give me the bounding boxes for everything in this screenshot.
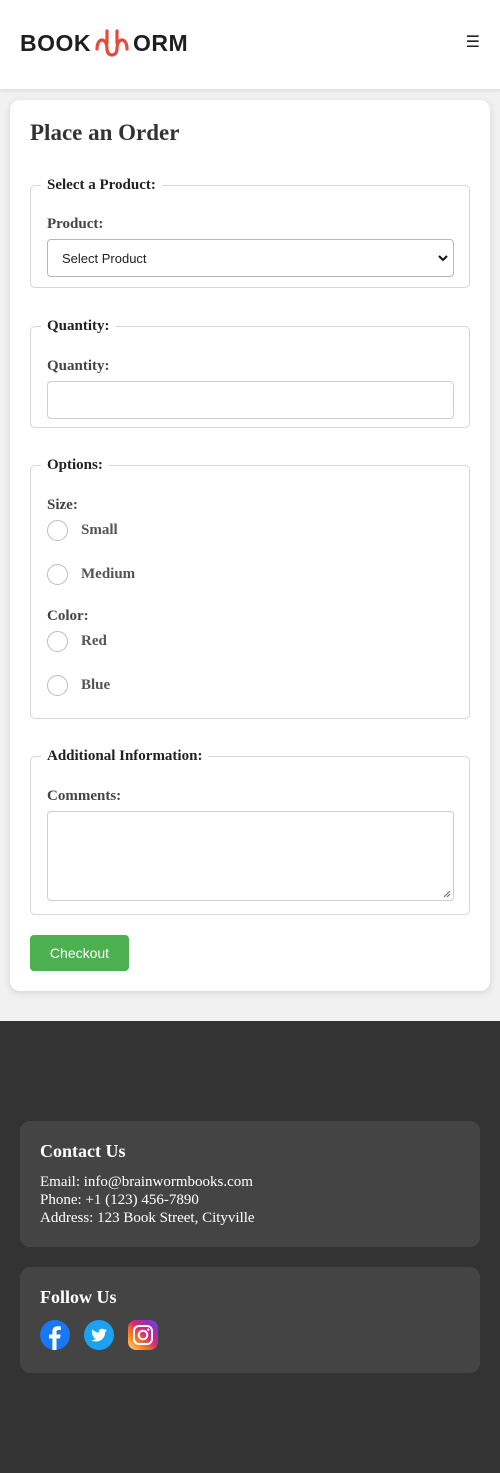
radio-label: Red <box>81 633 107 649</box>
twitter-icon[interactable] <box>84 1320 114 1350</box>
quantity-legend: Quantity: <box>47 318 110 334</box>
quantity-fieldset: Quantity: Quantity: <box>30 318 470 428</box>
logo-text-left: BOOK <box>20 29 91 56</box>
additional-info-legend: Additional Information: <box>47 748 203 764</box>
options-legend: Options: <box>47 457 103 473</box>
product-label: Product: <box>47 216 104 232</box>
options-fieldset: Options: Size: Small Medium Color: Red B… <box>30 457 470 719</box>
logo-text-right: ORM <box>133 29 189 56</box>
quantity-input[interactable] <box>47 381 454 419</box>
contact-details: Email: info@brainwormbooks.com Phone: +1… <box>40 1173 255 1227</box>
contact-us-box: Contact Us Email: info@brainwormbooks.co… <box>20 1121 480 1247</box>
contact-address: Address: 123 Book Street, Cityville <box>40 1210 255 1226</box>
site-footer: Contact Us Email: info@brainwormbooks.co… <box>0 1021 500 1473</box>
contact-phone: Phone: +1 (123) 456-7890 <box>40 1192 199 1208</box>
follow-us-title: Follow Us <box>40 1287 117 1307</box>
checkout-button[interactable]: Checkout <box>30 935 129 971</box>
comments-textarea[interactable] <box>47 811 454 901</box>
hamburger-menu-icon[interactable]: ☰ <box>466 32 480 51</box>
chevron-down-icon <box>438 255 448 262</box>
resize-grip-icon[interactable] <box>441 888 451 898</box>
page-title: Place an Order <box>30 120 180 145</box>
product-legend: Select a Product: <box>47 177 156 193</box>
product-select-value: Select Product <box>62 250 147 266</box>
size-option-small[interactable]: Small <box>47 520 118 541</box>
facebook-icon[interactable] <box>40 1320 70 1350</box>
order-form-card: Place an Order Select a Product: Product… <box>10 100 490 991</box>
color-option-red[interactable]: Red <box>47 631 107 652</box>
site-header: BOOK ORM ☰ <box>0 0 500 90</box>
quantity-label: Quantity: <box>47 358 110 374</box>
product-select[interactable]: Select Product <box>47 239 454 277</box>
color-option-blue[interactable]: Blue <box>47 675 110 696</box>
radio-button[interactable] <box>47 520 68 541</box>
size-option-medium[interactable]: Medium <box>47 564 135 585</box>
instagram-icon[interactable] <box>128 1320 158 1350</box>
radio-label: Blue <box>81 677 111 693</box>
color-label: Color: <box>47 608 89 624</box>
contact-email: Email: info@brainwormbooks.com <box>40 1174 253 1190</box>
contact-us-title: Contact Us <box>40 1141 126 1161</box>
product-fieldset: Select a Product: Product: Select Produc… <box>30 177 470 288</box>
radio-button[interactable] <box>47 675 68 696</box>
worm-logo-icon <box>95 29 129 57</box>
radio-label: Medium <box>81 566 136 582</box>
radio-button[interactable] <box>47 564 68 585</box>
radio-label: Small <box>81 522 118 538</box>
size-label: Size: <box>47 497 78 513</box>
additional-info-fieldset: Additional Information: Comments: <box>30 748 470 915</box>
site-logo[interactable]: BOOK ORM <box>20 26 188 60</box>
radio-button[interactable] <box>47 631 68 652</box>
comments-label: Comments: <box>47 788 122 804</box>
follow-us-box: Follow Us <box>20 1267 480 1373</box>
